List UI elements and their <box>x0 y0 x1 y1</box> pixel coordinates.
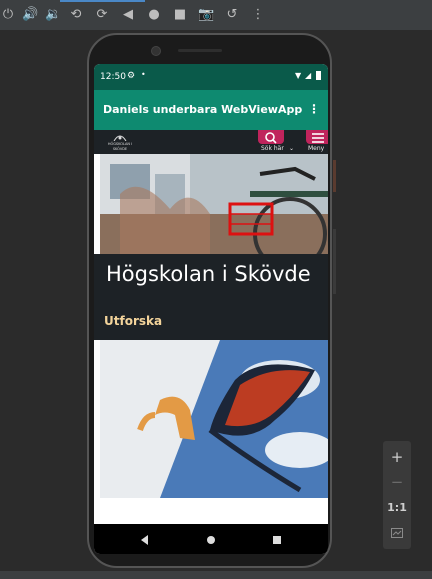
fit-screen-icon[interactable] <box>383 521 411 545</box>
back-icon[interactable]: ◀ <box>120 7 136 23</box>
notification-dot-icon: • <box>141 70 146 79</box>
toolbar-active-indicator <box>60 0 145 2</box>
hero-image <box>100 154 328 254</box>
device-screen: 12:50 ⚙ • ▼ ◢ Daniels underbara WebViewA… <box>94 64 328 554</box>
zoom-panel: + − 1:1 <box>383 441 411 549</box>
search-label[interactable]: Sök här <box>261 145 284 152</box>
menu-button[interactable] <box>306 130 328 144</box>
app-bar: Daniels underbara WebViewApp ⋮ <box>94 90 328 130</box>
rotate-left-icon[interactable]: ⟲ <box>68 7 84 23</box>
volume-up-icon[interactable]: 🔊 <box>22 7 38 23</box>
power-side-button[interactable] <box>333 160 336 192</box>
wifi-icon: ▼ <box>295 71 302 80</box>
section-heading[interactable]: Utforska <box>104 314 162 328</box>
zoom-out-button[interactable]: − <box>383 470 411 494</box>
emulator-bottom-strip <box>0 571 432 579</box>
zoom-one-to-one-button[interactable]: 1:1 <box>383 496 411 520</box>
nav-overview-icon[interactable] <box>270 532 284 546</box>
logo-text: HÖGSKOLAN I SKÖVDE <box>107 142 133 151</box>
zoom-in-button[interactable]: + <box>383 445 411 469</box>
volume-side-button[interactable] <box>333 229 336 294</box>
home-icon[interactable]: ● <box>146 7 162 23</box>
menu-label[interactable]: Meny <box>308 145 324 152</box>
power-icon[interactable]: ⏻ <box>0 7 16 23</box>
page-bottom-space <box>94 498 328 524</box>
emulator-toolbar: ⏻ 🔊 🔉 ⟲ ⟳ ◀ ● ■ 📷 ↺ ⋮ <box>0 0 432 30</box>
front-camera <box>151 46 161 56</box>
snapshot-icon[interactable]: ↺ <box>224 7 240 23</box>
settings-icon: ⚙ <box>127 71 136 81</box>
chevron-down-icon: ⌄ <box>289 145 295 152</box>
page-title: Högskolan i Skövde <box>106 262 311 286</box>
signal-icon: ◢ <box>305 71 312 80</box>
nav-home-icon[interactable] <box>204 532 218 546</box>
volume-down-icon[interactable]: 🔉 <box>45 7 61 23</box>
android-nav-bar <box>94 524 328 554</box>
overflow-menu-icon[interactable]: ⋮ <box>308 102 320 116</box>
battery-icon <box>316 71 321 80</box>
status-bar: 12:50 ⚙ • ▼ ◢ <box>94 64 328 90</box>
site-header: HÖGSKOLAN I SKÖVDE Sök här ⌄ Meny <box>94 130 328 154</box>
screenshot-icon[interactable]: 📷 <box>198 7 214 23</box>
search-button[interactable] <box>258 130 284 144</box>
speaker-grille <box>178 49 222 52</box>
nav-back-icon[interactable] <box>138 532 152 546</box>
app-title: Daniels underbara WebViewApp <box>103 103 303 116</box>
explore-section: Utforska <box>94 302 328 340</box>
rotate-right-icon[interactable]: ⟳ <box>94 7 110 23</box>
hero-title-band: Högskolan i Skövde <box>94 254 328 302</box>
overview-icon[interactable]: ■ <box>172 7 188 23</box>
more-vert-icon[interactable]: ⋮ <box>250 7 266 23</box>
status-time: 12:50 <box>100 72 126 82</box>
university-logo[interactable]: HÖGSKOLAN I SKÖVDE <box>102 133 138 151</box>
dragon-image[interactable] <box>100 340 328 498</box>
